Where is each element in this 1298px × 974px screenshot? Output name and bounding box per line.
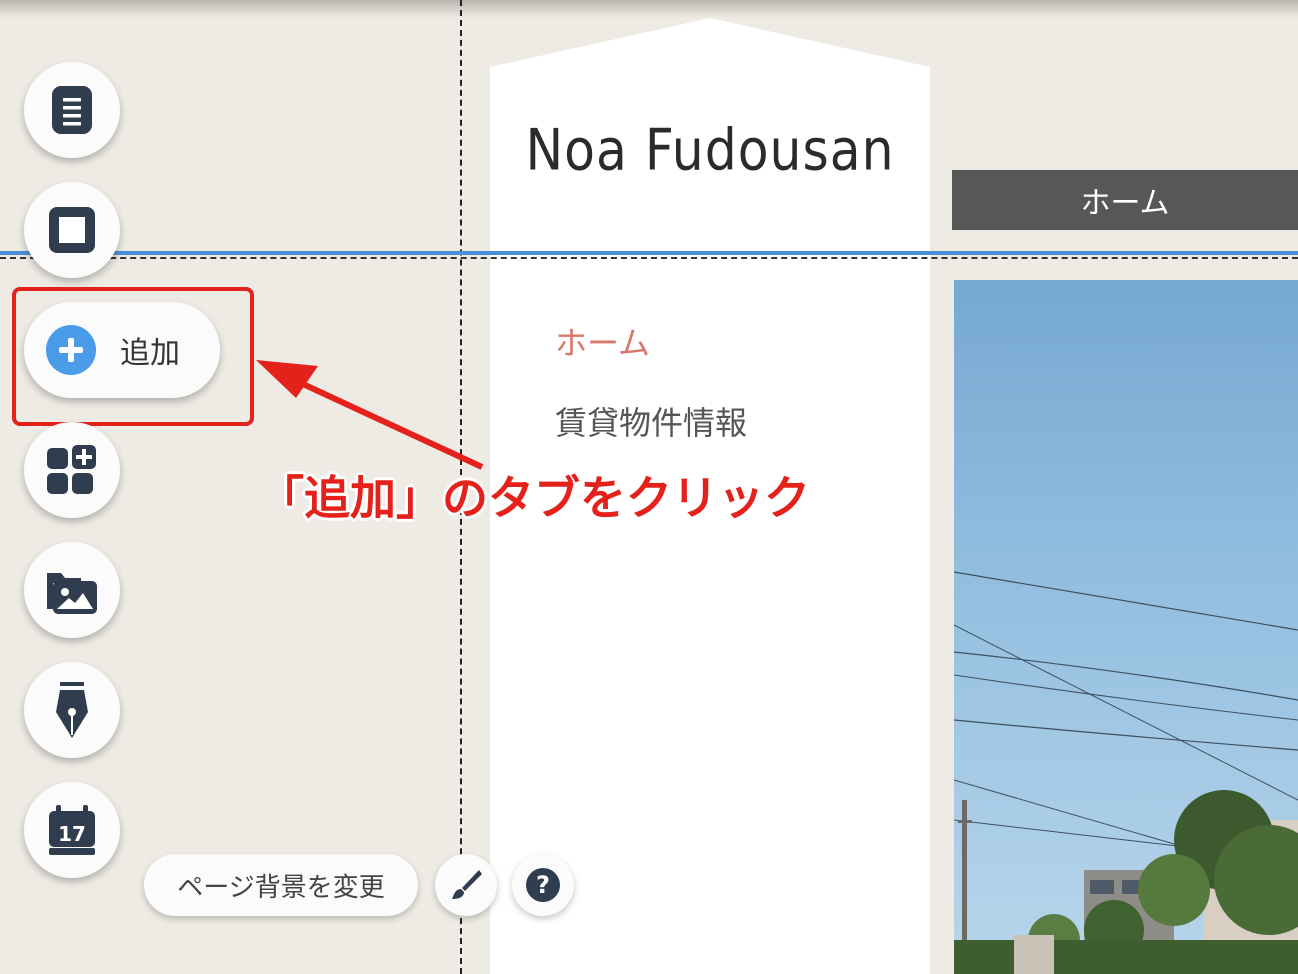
annotation-text: 「追加」のタブをクリック xyxy=(258,471,810,525)
